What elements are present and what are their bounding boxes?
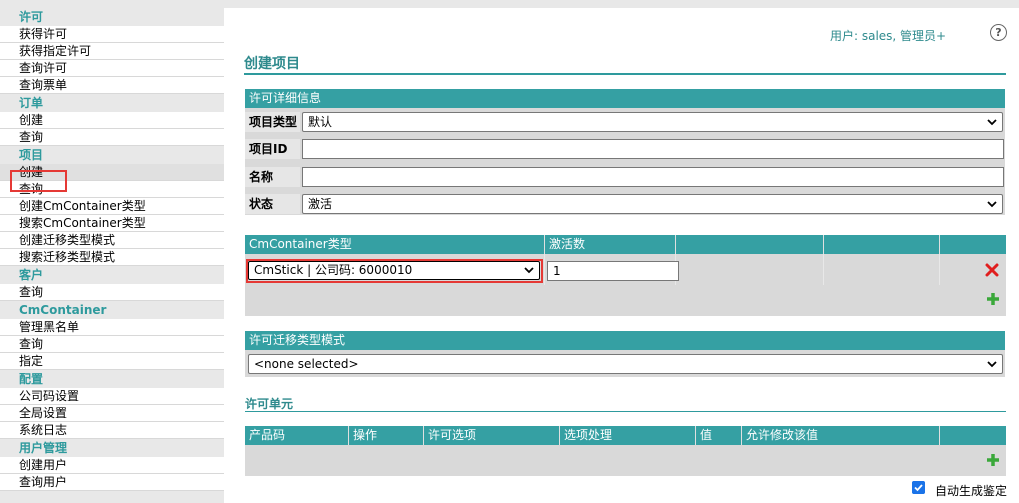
sidebar-item-get-license[interactable]: 获得许可 [0,26,224,43]
chevron-down-icon [987,361,997,368]
migration-mode-select[interactable]: <none selected> [248,354,1003,374]
project-id-input[interactable] [302,139,1004,159]
license-units-divider [245,411,1006,412]
grid-header-container-type: CmContainer类型 [245,235,545,254]
sidebar-item-customer-query[interactable]: 查询 [0,284,224,301]
sidebar-section-project: 项目 [0,146,224,164]
migration-heading: 许可迁移类型模式 [245,331,1005,350]
sidebar-item-create-container-type[interactable]: 创建CmContainer类型 [0,198,224,215]
project-type-label: 项目类型 [245,112,300,132]
sidebar-item-create-migration-mode[interactable]: 创建迁移类型模式 [0,232,224,249]
units-header-action: 操作 [349,426,424,445]
grid-header-activation-count: 激活数 [545,235,676,254]
sidebar-item-project-query[interactable]: 查询 [0,181,224,198]
units-footer-row [245,445,1006,476]
name-label: 名称 [245,167,300,187]
sidebar-item-query-license[interactable]: 查询许可 [0,60,224,77]
user-info[interactable]: 用户: sales, 管理员+ [830,27,946,44]
container-type-select[interactable]: CmStick | 公司码: 6000010 [248,261,540,280]
project-type-value: 默认 [308,115,333,129]
status-select[interactable]: 激活 [302,194,1003,214]
grid-footer-row [245,285,1006,316]
units-header-empty [940,426,1006,445]
grid-header-empty-1 [676,235,824,254]
auto-generate-label: 自动生成鉴定 [935,484,1008,498]
status-value: 激活 [308,197,333,211]
activation-count-input[interactable]: 1 [547,261,679,281]
sidebar-item-container-query[interactable]: 查询 [0,336,224,353]
sidebar-item-global-settings[interactable]: 全局设置 [0,405,224,422]
sidebar-section-license: 许可 [0,8,224,26]
grid-cell-empty-1 [676,254,824,285]
sidebar-section-cmcontainer: CmContainer [0,301,224,319]
units-header-license-options: 许可选项 [424,426,560,445]
delete-icon[interactable] [985,263,999,277]
project-type-select[interactable]: 默认 [302,112,1003,132]
help-icon[interactable]: ? [990,24,1007,41]
license-details-heading: 许可详细信息 [245,89,1005,108]
sidebar-item-container-assign[interactable]: 指定 [0,353,224,370]
sidebar-item-query-ticket[interactable]: 查询票单 [0,77,224,94]
sidebar-item-firmcode-settings[interactable]: 公司码设置 [0,388,224,405]
migration-mode-value: <none selected> [254,357,359,371]
sidebar-item-system-log[interactable]: 系统日志 [0,422,224,439]
license-units-heading: 许可单元 [245,397,294,411]
units-header-allow-modify: 允许修改该值 [742,426,940,445]
units-header-option-handling: 选项处理 [560,426,696,445]
grid-cell-empty-2 [824,254,940,285]
chevron-down-icon [524,267,534,274]
project-id-label: 项目ID [245,139,300,159]
add-unit-icon[interactable] [986,453,1000,467]
sidebar-section-user-admin: 用户管理 [0,439,224,457]
sidebar-section-order: 订单 [0,94,224,112]
page-title: 创建项目 [244,56,300,72]
chevron-down-icon [987,119,997,126]
sidebar-item-order-create[interactable]: 创建 [0,112,224,129]
sidebar-item-create-user[interactable]: 创建用户 [0,457,224,474]
grid-header-empty-3 [940,235,1006,254]
sidebar-item-get-specified-license[interactable]: 获得指定许可 [0,43,224,60]
sidebar-item-manage-blacklist[interactable]: 管理黑名单 [0,319,224,336]
sidebar-section-config: 配置 [0,370,224,388]
add-row-icon[interactable] [986,292,1000,306]
sidebar-section-customer: 客户 [0,266,224,284]
auto-generate-checkbox[interactable] [912,481,925,494]
title-divider [244,73,1006,75]
status-label: 状态 [245,194,300,214]
grid-header-empty-2 [824,235,940,254]
name-input[interactable] [302,167,1004,187]
sidebar-item-query-user[interactable]: 查询用户 [0,474,224,491]
units-header-product-code: 产品码 [245,426,349,445]
chevron-down-icon [987,201,997,208]
top-strip [0,0,1019,8]
sidebar-nav: 许可 获得许可 获得指定许可 查询许可 查询票单 订单 创建 查询 项目 创建 … [0,8,224,503]
container-type-value: CmStick | 公司码: 6000010 [254,263,413,277]
sidebar-item-search-migration-mode[interactable]: 搜索迁移类型模式 [0,249,224,266]
sidebar-item-project-create[interactable]: 创建 [0,164,224,181]
sidebar-item-search-container-type[interactable]: 搜索CmContainer类型 [0,215,224,232]
sidebar-item-order-query[interactable]: 查询 [0,129,224,146]
units-header-value: 值 [696,426,742,445]
